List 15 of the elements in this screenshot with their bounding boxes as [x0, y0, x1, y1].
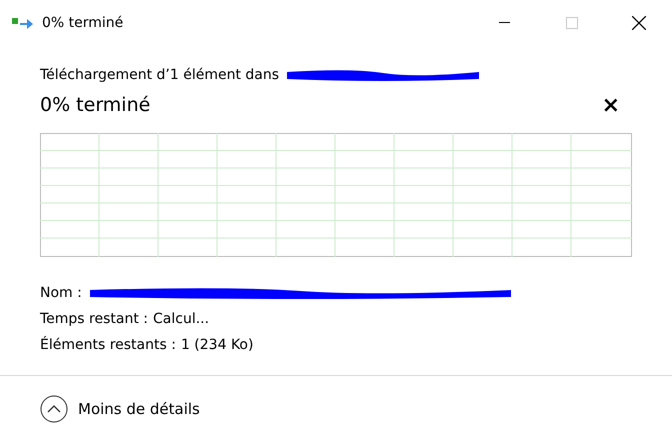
cancel-button[interactable]: ×: [598, 92, 624, 118]
details-toggle[interactable]: Moins de détails: [40, 395, 200, 423]
detail-value: Calcul...: [153, 311, 210, 327]
detail-label: Nom :: [40, 285, 82, 301]
detail-label: Éléments restants :: [40, 337, 176, 353]
detail-value: 1 (234 Ko): [180, 337, 254, 353]
maximize-icon: [566, 16, 578, 28]
close-icon: [632, 16, 646, 30]
window-title: 0% terminé: [42, 14, 124, 30]
progress-title: 0% terminé: [40, 94, 150, 116]
chevron-icon: [40, 395, 68, 423]
minimize-icon: [499, 22, 510, 23]
detail-label: Temps restant :: [40, 311, 148, 327]
copy-arrow-icon: [12, 16, 34, 30]
destination-text: Téléchargement d’1 élément dans: [40, 67, 280, 83]
